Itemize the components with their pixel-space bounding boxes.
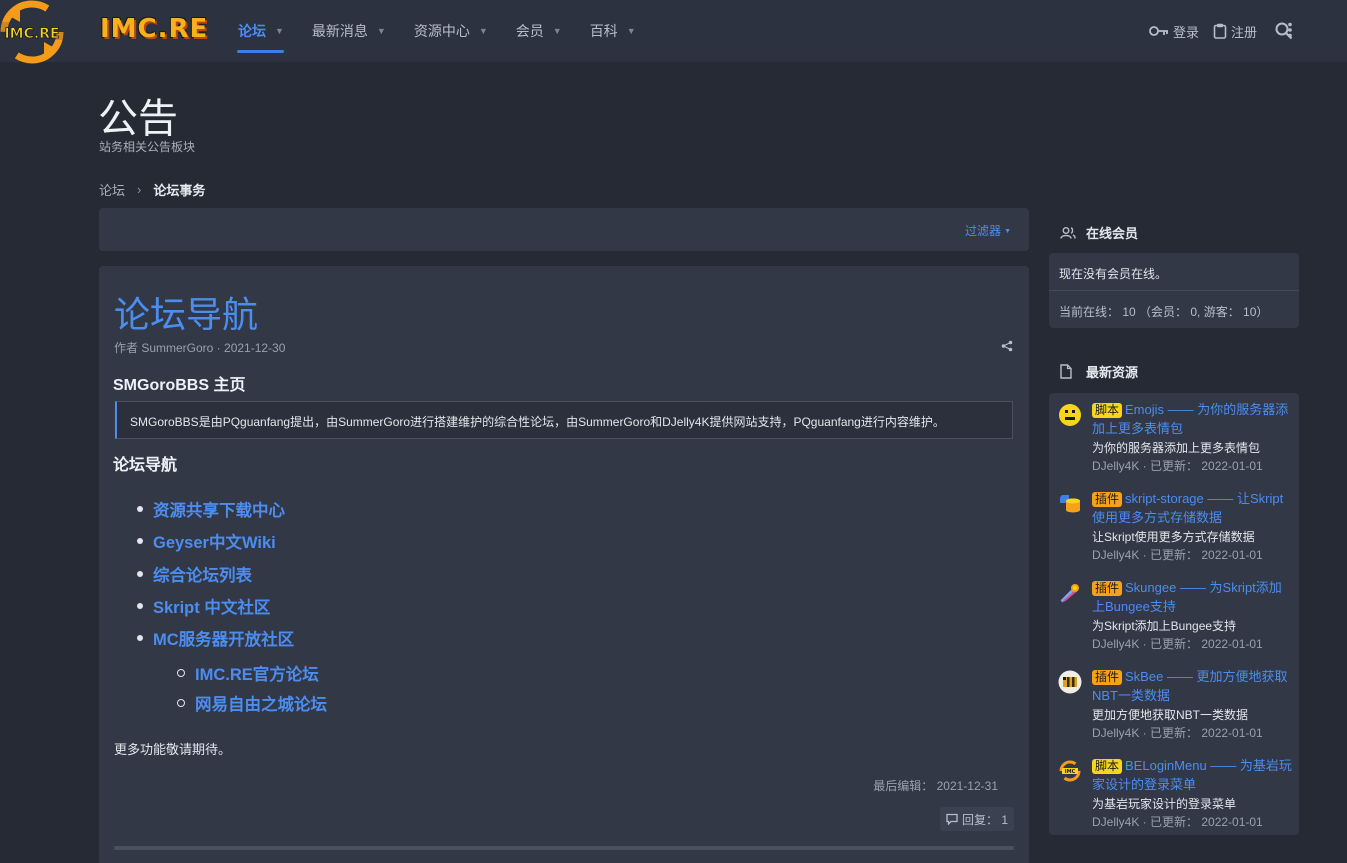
intro-quote: SMGoroBBS是由PQguanfang提出，由SummerGoro进行搭建维… bbox=[115, 401, 1013, 439]
resource-title[interactable]: 脚本 Emojis —— 为你的服务器添加上更多表情包 bbox=[1092, 401, 1292, 438]
database-icon[interactable] bbox=[1058, 492, 1082, 516]
resource-title[interactable]: 插件 SkBee —— 更加方便地获取NBT一类数据 bbox=[1092, 668, 1292, 705]
link-mc-server-community[interactable]: MC服务器开放社区 bbox=[153, 622, 294, 654]
reply-label: 回复： 1 bbox=[961, 812, 1008, 827]
nav-item-label: 论坛 bbox=[238, 23, 266, 39]
site-logo-text[interactable]: IMC.RE bbox=[100, 14, 208, 44]
resource-description: 让Skript使用更多方式存储数据 bbox=[1092, 530, 1255, 544]
plugin-badge: 插件 bbox=[1092, 581, 1123, 596]
latest-resources-heading: 最新资源 bbox=[1060, 362, 1138, 381]
divider bbox=[1049, 290, 1299, 291]
last-edit: 最后编辑： 2021-12-31 bbox=[873, 779, 998, 793]
filter-button[interactable]: 过滤器 ▼ bbox=[965, 222, 1011, 239]
resource-title[interactable]: 插件 skript-storage —— 让Skript使用更多方式存储数据 bbox=[1092, 490, 1292, 527]
resource-description: 更加方便地获取NBT一类数据 bbox=[1092, 708, 1249, 722]
login-button[interactable]: 登录 bbox=[1149, 22, 1199, 41]
post-meta: 作者 SummerGoro · 2021-12-30 bbox=[114, 341, 286, 355]
resource-meta: DJelly4K · 已更新： 2022-01-01 bbox=[1092, 548, 1263, 562]
register-label: 注册 bbox=[1230, 24, 1257, 40]
svg-text:IMC.RE: IMC.RE bbox=[4, 26, 59, 42]
sub-link-list: IMC.RE官方论坛 网易自由之城论坛 bbox=[193, 658, 327, 718]
online-stats: 当前在线： 10 （会员： 0, 游客： 10） bbox=[1059, 305, 1269, 319]
breadcrumb-forum-link[interactable]: 论坛 bbox=[99, 180, 125, 199]
chevron-down-icon[interactable]: ▼ bbox=[377, 26, 386, 36]
nav-item-label: 最新消息 bbox=[311, 23, 368, 39]
reply-button[interactable]: 回复： 1 bbox=[939, 807, 1014, 831]
online-heading-label: 在线会员 bbox=[1086, 226, 1139, 241]
nav-item-latest[interactable]: 最新消息 ▼ bbox=[302, 0, 396, 62]
nav-link-list: 资源共享下载中心 Geyser中文Wiki 综合论坛列表 Skript 中文社区… bbox=[153, 493, 294, 654]
imc-logo-icon[interactable]: IMC bbox=[1058, 759, 1082, 783]
chevron-right-icon: › bbox=[137, 182, 142, 197]
breadcrumb: 论坛 › 论坛事务 bbox=[99, 180, 205, 199]
online-none-text: 现在没有会员在线。 bbox=[1059, 267, 1168, 281]
home-heading: SMGoroBBS 主页 bbox=[113, 377, 246, 394]
resource-meta: DJelly4K · 已更新： 2022-01-01 bbox=[1092, 459, 1263, 473]
nav-item-label: 会员 bbox=[515, 23, 544, 39]
nav-heading: 论坛导航 bbox=[113, 457, 178, 474]
nav-item-label: 资源中心 bbox=[413, 23, 470, 39]
nav-item-wiki[interactable]: 百科 ▼ bbox=[580, 0, 646, 62]
site-logo-icon[interactable]: IMC.RE bbox=[0, 0, 64, 64]
key-icon bbox=[1149, 26, 1168, 36]
link-imc-forum[interactable]: IMC.RE官方论坛 bbox=[193, 658, 327, 688]
filter-bar: 过滤器 ▼ bbox=[99, 208, 1029, 251]
top-navbar: IMC.RE IMC.RE 论坛 ▼ 最新消息 ▼ 资源中心 ▼ 会员 ▼ 百科 ▼ 登录… bbox=[0, 0, 1347, 64]
svg-text:IMC: IMC bbox=[1065, 769, 1076, 775]
link-forum-list[interactable]: 综合论坛列表 bbox=[153, 558, 294, 590]
bee-icon[interactable] bbox=[1058, 670, 1082, 694]
link-resource-center[interactable]: 资源共享下载中心 bbox=[153, 493, 294, 525]
post-title[interactable]: 论坛导航 bbox=[114, 286, 258, 338]
emoji-face-icon[interactable] bbox=[1058, 403, 1082, 427]
online-members-heading: 在线会员 bbox=[1060, 223, 1138, 242]
nav-item-resources[interactable]: 资源中心 ▼ bbox=[404, 0, 498, 62]
link-netease-forum[interactable]: 网易自由之城论坛 bbox=[193, 688, 327, 718]
main-nav: 论坛 ▼ 最新消息 ▼ 资源中心 ▼ 会员 ▼ 百科 ▼ bbox=[228, 0, 654, 62]
script-badge: 脚本 bbox=[1092, 759, 1123, 774]
search-button[interactable] bbox=[1275, 22, 1297, 40]
online-members-box: 现在没有会员在线。 当前在线： 10 （会员： 0, 游客： 10） bbox=[1049, 253, 1299, 328]
resource-title[interactable]: 脚本 BELoginMenu —— 为基岩玩家设计的登录菜单 bbox=[1092, 757, 1292, 794]
nav-item-forum[interactable]: 论坛 ▼ bbox=[228, 0, 294, 62]
more-text: 更多功能敬请期待。 bbox=[114, 742, 232, 757]
register-button[interactable]: 注册 bbox=[1213, 22, 1257, 41]
chevron-down-icon[interactable]: ▼ bbox=[553, 26, 562, 36]
resource-description: 为基岩玩家设计的登录菜单 bbox=[1092, 797, 1237, 811]
nav-item-members[interactable]: 会员 ▼ bbox=[506, 0, 572, 62]
resource-meta: DJelly4K · 已更新： 2022-01-01 bbox=[1092, 815, 1263, 829]
resources-heading-label: 最新资源 bbox=[1086, 365, 1139, 380]
filter-label: 过滤器 bbox=[965, 224, 1002, 238]
script-badge: 脚本 bbox=[1092, 403, 1123, 418]
page-description: 站务相关公告板块 bbox=[99, 140, 196, 154]
announcement-post: 论坛导航 作者 SummerGoro · 2021-12-30 SMGoroBB… bbox=[99, 266, 1029, 863]
resource-meta: DJelly4K · 已更新： 2022-01-01 bbox=[1092, 726, 1263, 740]
clipboard-icon bbox=[1213, 23, 1227, 39]
plugin-badge: 插件 bbox=[1092, 492, 1123, 507]
chevron-down-icon[interactable]: ▼ bbox=[275, 26, 284, 36]
page-title: 公告 bbox=[98, 96, 178, 142]
account-nav: 登录 注册 bbox=[1135, 0, 1297, 62]
plugin-badge: 插件 bbox=[1092, 670, 1123, 685]
resource-description: 为你的服务器添加上更多表情包 bbox=[1092, 441, 1261, 455]
link-geyser-wiki[interactable]: Geyser中文Wiki bbox=[153, 525, 294, 557]
document-icon bbox=[1060, 364, 1072, 379]
resource-title[interactable]: 插件 Skungee —— 为Skript添加上Bungee支持 bbox=[1092, 579, 1292, 616]
breadcrumb-current[interactable]: 论坛事务 bbox=[153, 180, 205, 199]
link-skript-community[interactable]: Skript 中文社区 bbox=[153, 590, 294, 622]
chevron-down-icon[interactable]: ▼ bbox=[479, 26, 488, 36]
caret-down-icon: ▼ bbox=[1004, 228, 1011, 235]
resource-meta: DJelly4K · 已更新： 2022-01-01 bbox=[1092, 637, 1263, 651]
resource-description: 为Skript添加上Bungee支持 bbox=[1092, 619, 1237, 633]
chevron-down-icon[interactable]: ▼ bbox=[627, 26, 636, 36]
comet-icon[interactable] bbox=[1058, 581, 1082, 605]
comment-icon bbox=[946, 813, 958, 825]
share-icon[interactable] bbox=[1001, 340, 1013, 355]
more-menu-icon[interactable] bbox=[1287, 22, 1293, 41]
login-label: 登录 bbox=[1172, 24, 1199, 40]
horizontal-scrollbar[interactable] bbox=[114, 846, 1014, 850]
latest-resources-box: 脚本 Emojis —— 为你的服务器添加上更多表情包 为你的服务器添加上更多表情… bbox=[1049, 393, 1299, 835]
users-icon bbox=[1060, 226, 1076, 239]
nav-item-label: 百科 bbox=[589, 23, 618, 39]
